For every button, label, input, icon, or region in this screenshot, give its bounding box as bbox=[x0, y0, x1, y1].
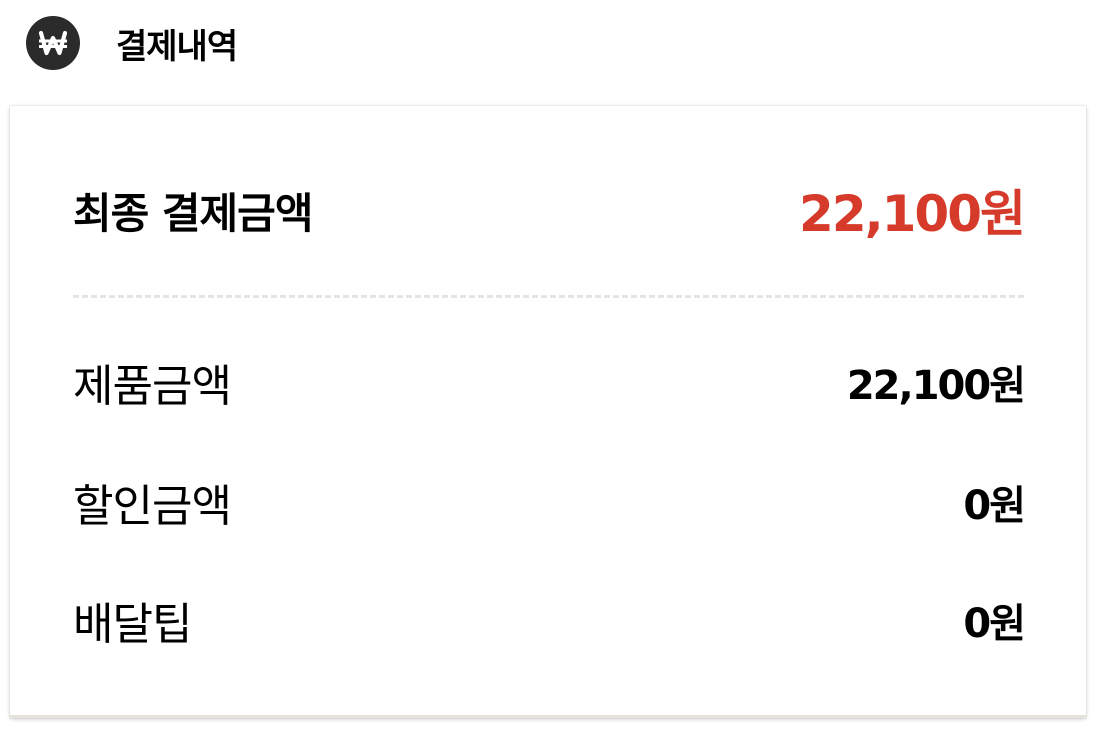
won-icon bbox=[26, 16, 80, 70]
payment-summary-card: 최종 결제금액 22,100원 제품금액 22,100원 할인금액 0원 배달팁… bbox=[10, 106, 1086, 718]
product-amount-label: 제품금액 bbox=[73, 361, 232, 412]
discount-amount-row: 할인금액 0원 bbox=[73, 472, 1026, 532]
final-payment-row: 최종 결제금액 22,100원 bbox=[73, 178, 1026, 243]
payment-history-header: 결제내역 bbox=[26, 15, 238, 71]
discount-amount-value: 0원 bbox=[963, 483, 1026, 529]
delivery-tip-row: 배달팁 0원 bbox=[73, 590, 1026, 650]
delivery-tip-value: 0원 bbox=[963, 601, 1026, 647]
dashed-divider bbox=[73, 295, 1024, 298]
final-payment-amount: 22,100원 bbox=[799, 185, 1026, 243]
delivery-tip-label: 배달팁 bbox=[73, 599, 192, 650]
product-amount-value: 22,100원 bbox=[846, 363, 1026, 409]
section-title: 결제내역 bbox=[116, 26, 238, 67]
product-amount-row: 제품금액 22,100원 bbox=[73, 352, 1026, 412]
final-payment-label: 최종 결제금액 bbox=[73, 188, 313, 238]
discount-amount-label: 할인금액 bbox=[73, 481, 232, 532]
